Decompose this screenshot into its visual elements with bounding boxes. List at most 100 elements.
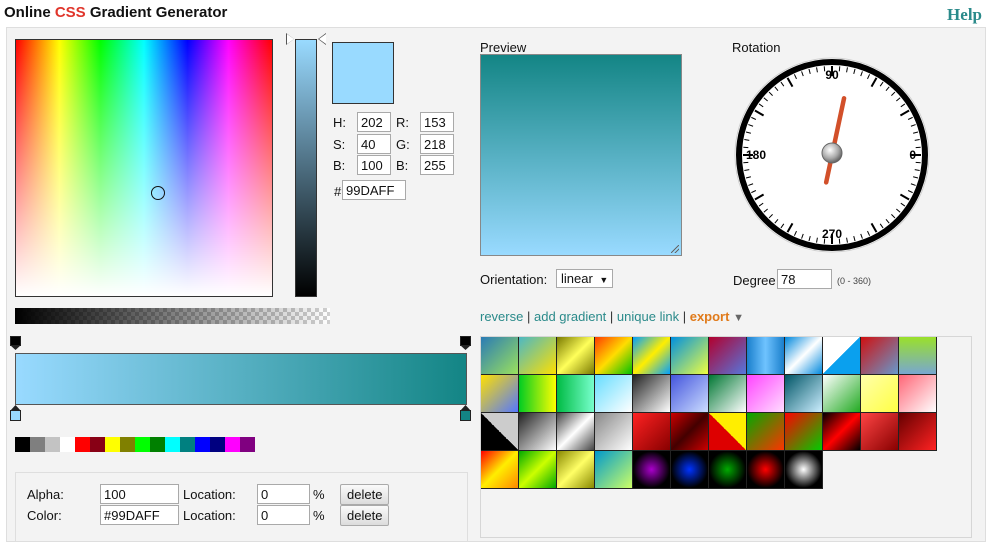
unique-link[interactable]: unique link [617,309,679,324]
preset-tile[interactable] [861,337,899,375]
preset-tile[interactable] [633,413,671,451]
color-location-input[interactable] [257,505,310,525]
resize-grip-icon[interactable] [671,245,679,253]
preset-tile[interactable] [861,375,899,413]
preset-tile[interactable] [671,451,709,489]
add-gradient-link[interactable]: add gradient [534,309,606,324]
preset-tile[interactable] [633,375,671,413]
preset-tile[interactable] [861,413,899,451]
r-input[interactable] [420,112,454,132]
palette-swatch[interactable] [225,437,240,452]
degree-input[interactable] [777,269,832,289]
hex-label: # [334,184,342,199]
g-input[interactable] [420,134,454,154]
preset-tile[interactable] [595,375,633,413]
reverse-link[interactable]: reverse [480,309,523,324]
stop-editor [15,472,468,542]
preset-tile[interactable] [785,413,823,451]
preset-tile[interactable] [671,337,709,375]
delete-alpha-stop-button[interactable]: delete [340,484,390,505]
preset-tile[interactable] [481,413,519,451]
rotation-dial[interactable]: 90 180 0 270 [733,56,931,254]
picker-cursor[interactable] [151,186,165,200]
opacity-stop-left-pointer [10,345,21,350]
s-input[interactable] [357,134,391,154]
preset-gradients [480,336,972,538]
palette-swatch[interactable] [75,437,90,452]
preset-tile[interactable] [823,337,861,375]
export-arrow-icon[interactable]: ▼ [733,312,744,324]
palette-swatch[interactable] [165,437,180,452]
preset-tile[interactable] [519,451,557,489]
b-input[interactable] [357,155,391,175]
preset-tile[interactable] [557,337,595,375]
preset-tile[interactable] [633,337,671,375]
saturation-hue-picker[interactable] [15,39,273,297]
palette-swatch[interactable] [60,437,75,452]
preset-tile[interactable] [899,413,937,451]
palette-swatch[interactable] [30,437,45,452]
preset-tile[interactable] [519,337,557,375]
preset-tile[interactable] [481,451,519,489]
preset-tile[interactable] [557,451,595,489]
alpha-input[interactable] [100,484,179,504]
preset-tile[interactable] [823,375,861,413]
alpha-location-input[interactable] [257,484,310,504]
palette-swatch[interactable] [195,437,210,452]
preset-tile[interactable] [557,375,595,413]
export-link[interactable]: export [690,309,730,324]
preset-tile[interactable] [823,413,861,451]
hex-input[interactable] [342,180,406,200]
preset-tile[interactable] [747,375,785,413]
opacity-stop-left[interactable] [10,336,21,350]
preset-tile[interactable] [709,337,747,375]
palette-swatch[interactable] [120,437,135,452]
preset-tile[interactable] [709,451,747,489]
dial-label-0: 0 [909,148,916,162]
preset-tile[interactable] [557,413,595,451]
gradient-bar[interactable] [15,353,467,405]
blue-input[interactable] [420,155,454,175]
b-label: B: [333,158,346,173]
preset-tile[interactable] [519,375,557,413]
color-input[interactable] [100,505,179,525]
palette-swatch[interactable] [15,437,30,452]
opacity-strip[interactable] [15,308,330,324]
preset-tile[interactable] [633,451,671,489]
preset-tile[interactable] [709,375,747,413]
preset-tile[interactable] [595,413,633,451]
preset-tile[interactable] [595,337,633,375]
preset-tile[interactable] [747,451,785,489]
preset-tile[interactable] [481,337,519,375]
preset-tile[interactable] [899,375,937,413]
palette-swatch[interactable] [105,437,120,452]
preset-tile[interactable] [671,413,709,451]
preset-tile[interactable] [785,451,823,489]
delete-color-stop-button[interactable]: delete [340,505,390,526]
gradient-preview[interactable] [480,54,682,256]
palette-swatch[interactable] [135,437,150,452]
brightness-slider[interactable] [295,39,317,297]
palette-swatch[interactable] [45,437,60,452]
palette-swatch[interactable] [180,437,195,452]
h-input[interactable] [357,112,391,132]
preset-tile[interactable] [519,413,557,451]
palette-swatch[interactable] [90,437,105,452]
preset-tile[interactable] [481,375,519,413]
preset-tile[interactable] [785,337,823,375]
preset-tile[interactable] [785,375,823,413]
palette-swatch[interactable] [240,437,255,452]
palette-swatch[interactable] [210,437,225,452]
help-link[interactable]: Help [947,5,982,25]
preset-tile[interactable] [747,337,785,375]
color-stop-right[interactable] [460,405,471,421]
opacity-stop-right[interactable] [460,336,471,350]
preset-tile[interactable] [671,375,709,413]
preset-tile[interactable] [709,413,747,451]
preset-tile[interactable] [899,337,937,375]
color-stop-left[interactable] [10,405,21,421]
preset-tile[interactable] [747,413,785,451]
orientation-select[interactable]: linear ▼ [556,269,614,288]
palette-swatch[interactable] [150,437,165,452]
preset-tile[interactable] [595,451,633,489]
